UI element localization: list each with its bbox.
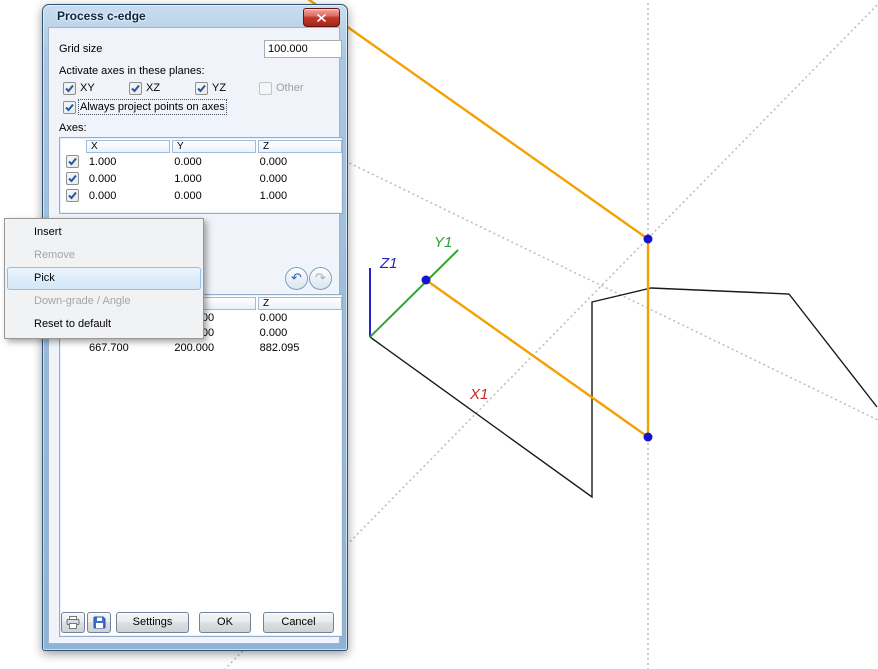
context-menu: Insert Remove Pick Down-grade / Angle Re… [4, 218, 204, 339]
checkbox-xy[interactable] [63, 82, 76, 95]
checkbox-xy-label[interactable]: XY [80, 82, 95, 94]
point-row[interactable]: 667.700 200.000 882.095 [60, 340, 342, 355]
points-column-z[interactable]: Z [258, 297, 342, 310]
menu-item-downgrade-angle: Down-grade / Angle [7, 290, 201, 313]
printer-icon [66, 616, 80, 629]
edge-point-start[interactable] [422, 276, 431, 285]
settings-button[interactable]: Settings [116, 612, 189, 633]
dialog-titlebar[interactable]: Process c-edge [43, 5, 347, 27]
checkbox-project[interactable] [63, 101, 76, 114]
check-icon [67, 173, 78, 184]
axis-x-value[interactable]: 1.000 [86, 156, 171, 168]
save-icon [93, 616, 106, 629]
checkbox-yz-label[interactable]: YZ [212, 82, 226, 94]
planes-label: Activate axes in these planes: [59, 65, 205, 77]
checkbox-other [259, 82, 272, 95]
checkbox-project-label[interactable]: Always project points on axes [80, 101, 225, 113]
check-icon [67, 190, 78, 201]
checkbox-xz-label[interactable]: XZ [146, 82, 160, 94]
checkbox-yz[interactable] [195, 82, 208, 95]
redo-button[interactable]: ↷ [309, 267, 332, 290]
undo-button[interactable]: ↶ [285, 267, 308, 290]
axis-row-checkbox[interactable] [66, 172, 79, 185]
checkbox-other-label: Other [276, 82, 304, 94]
points-table: X Y Z 0.000 200.000 0.000 667.700 200.00… [59, 294, 343, 637]
grid-size-label: Grid size [59, 43, 102, 55]
point-x-value[interactable]: 667.700 [86, 342, 171, 354]
axis-y-value[interactable]: 0.000 [171, 190, 256, 202]
x-axis-label: X1 [469, 386, 488, 403]
check-icon [130, 83, 141, 94]
construction-line-diagonal-right [300, 139, 878, 422]
save-button[interactable] [87, 612, 111, 633]
axis-row-checkbox[interactable] [66, 189, 79, 202]
menu-item-remove: Remove [7, 244, 201, 267]
point-z-value[interactable]: 0.000 [257, 327, 342, 339]
axes-table-header: X Y Z [60, 138, 342, 153]
edge-point-top[interactable] [644, 235, 653, 244]
menu-item-reset-to-default[interactable]: Reset to default [7, 313, 201, 336]
menu-item-pick[interactable]: Pick [7, 267, 201, 290]
edge-point-middle[interactable] [644, 433, 653, 442]
ok-button[interactable]: OK [199, 612, 251, 633]
axis-row-checkbox[interactable] [66, 155, 79, 168]
check-icon [64, 83, 75, 94]
close-button[interactable] [303, 8, 340, 27]
axes-section-label: Axes: [59, 122, 87, 134]
axes-table-row[interactable]: 1.000 0.000 0.000 [60, 153, 342, 170]
check-icon [196, 83, 207, 94]
axes-table: X Y Z 1.000 0.000 0.000 0.000 1.000 0.00… [59, 137, 343, 214]
axis-y-value[interactable]: 1.000 [171, 173, 256, 185]
dialog-title: Process c-edge [57, 9, 146, 23]
close-icon [317, 14, 326, 22]
point-z-value[interactable]: 882.095 [257, 342, 342, 354]
point-z-value[interactable]: 0.000 [257, 312, 342, 324]
axis-y-value[interactable]: 0.000 [171, 156, 256, 168]
part-geometry-polyline[interactable] [370, 288, 877, 497]
check-icon [64, 102, 75, 113]
z-axis-label: Z1 [379, 255, 398, 272]
checkbox-xz[interactable] [129, 82, 142, 95]
point-y-value[interactable]: 200.000 [171, 342, 256, 354]
undo-icon: ↶ [291, 270, 302, 285]
check-icon [67, 156, 78, 167]
y-axis-label: Y1 [434, 234, 452, 251]
axis-z-value[interactable]: 1.000 [257, 190, 342, 202]
axis-z-value[interactable]: 0.000 [257, 156, 342, 168]
c-edge-segment-lower[interactable] [426, 280, 648, 437]
print-button[interactable] [61, 612, 85, 633]
redo-icon: ↷ [315, 270, 326, 285]
grid-size-input[interactable] [264, 40, 342, 58]
axis-z-value[interactable]: 0.000 [257, 173, 342, 185]
menu-item-insert[interactable]: Insert [7, 221, 201, 244]
cancel-button[interactable]: Cancel [263, 612, 334, 633]
axes-column-z[interactable]: Z [258, 140, 342, 153]
axes-table-row[interactable]: 0.000 0.000 1.000 [60, 187, 342, 204]
axis-x-value[interactable]: 0.000 [86, 173, 171, 185]
axis-x-value[interactable]: 0.000 [86, 190, 171, 202]
axes-table-row[interactable]: 0.000 1.000 0.000 [60, 170, 342, 187]
axes-column-x[interactable]: X [86, 140, 170, 153]
c-edge-segment-upper[interactable] [298, 0, 648, 239]
axes-column-y[interactable]: Y [172, 140, 256, 153]
